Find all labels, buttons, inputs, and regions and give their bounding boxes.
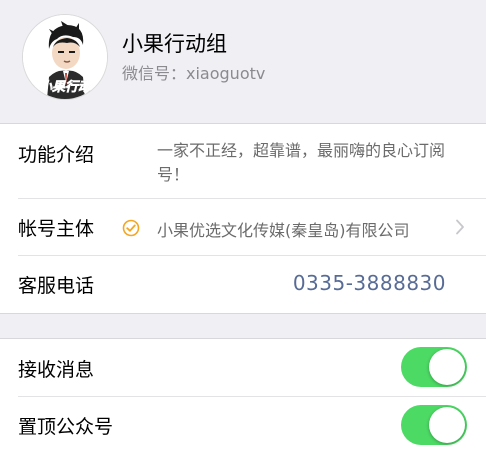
wechat-id-value: xiaoguotv (186, 64, 266, 83)
official-account-profile-page: 小果行动 小果行动组 微信号：xiaoguotv 功能介绍 一家不正经，超靠谱，… (0, 0, 486, 451)
owner-label: 帐号主体 (18, 218, 95, 240)
avatar[interactable]: 小果行动 (22, 14, 108, 100)
owner-row[interactable]: 帐号主体 小果优选文化传媒(秦皇岛)有限公司 (0, 199, 486, 255)
pin-to-top-row: 置顶公众号 (0, 397, 486, 451)
pin-to-top-label: 置顶公众号 (18, 416, 114, 438)
avatar-illustration-icon: 小果行动 (23, 15, 107, 99)
wechat-id: 微信号：xiaoguotv (122, 63, 265, 85)
owner-company-name: 小果优选文化传媒(秦皇岛)有限公司 (157, 221, 410, 240)
account-info-group: 功能介绍 一家不正经，超靠谱，最丽嗨的良心订阅号！ 帐号主体 小果优选文化传媒(… (0, 123, 486, 314)
phone-label: 客服电话 (18, 275, 95, 297)
wechat-id-label: 微信号： (122, 64, 187, 83)
chevron-right-icon (456, 219, 464, 235)
toggle-knob (429, 407, 465, 443)
pin-to-top-toggle[interactable] (401, 405, 467, 445)
account-name: 小果行动组 (122, 32, 227, 56)
phone-number-link[interactable]: 0335-3888830 (293, 271, 446, 295)
receive-messages-row: 接收消息 (0, 339, 486, 396)
verified-check-icon (122, 219, 140, 237)
settings-group: 接收消息 置顶公众号 (0, 338, 486, 451)
receive-messages-toggle[interactable] (401, 347, 467, 387)
account-header: 小果行动 小果行动组 微信号：xiaoguotv (0, 0, 486, 123)
intro-row: 功能介绍 一家不正经，超靠谱，最丽嗨的良心订阅号！ (0, 124, 486, 198)
intro-label: 功能介绍 (18, 144, 95, 166)
intro-text: 一家不正经，超靠谱，最丽嗨的良心订阅号！ (157, 141, 446, 184)
svg-text:小果行动: 小果行动 (39, 79, 93, 95)
phone-row[interactable]: 客服电话 0335-3888830 (0, 256, 486, 312)
toggle-knob (429, 349, 465, 385)
receive-messages-label: 接收消息 (18, 359, 95, 381)
